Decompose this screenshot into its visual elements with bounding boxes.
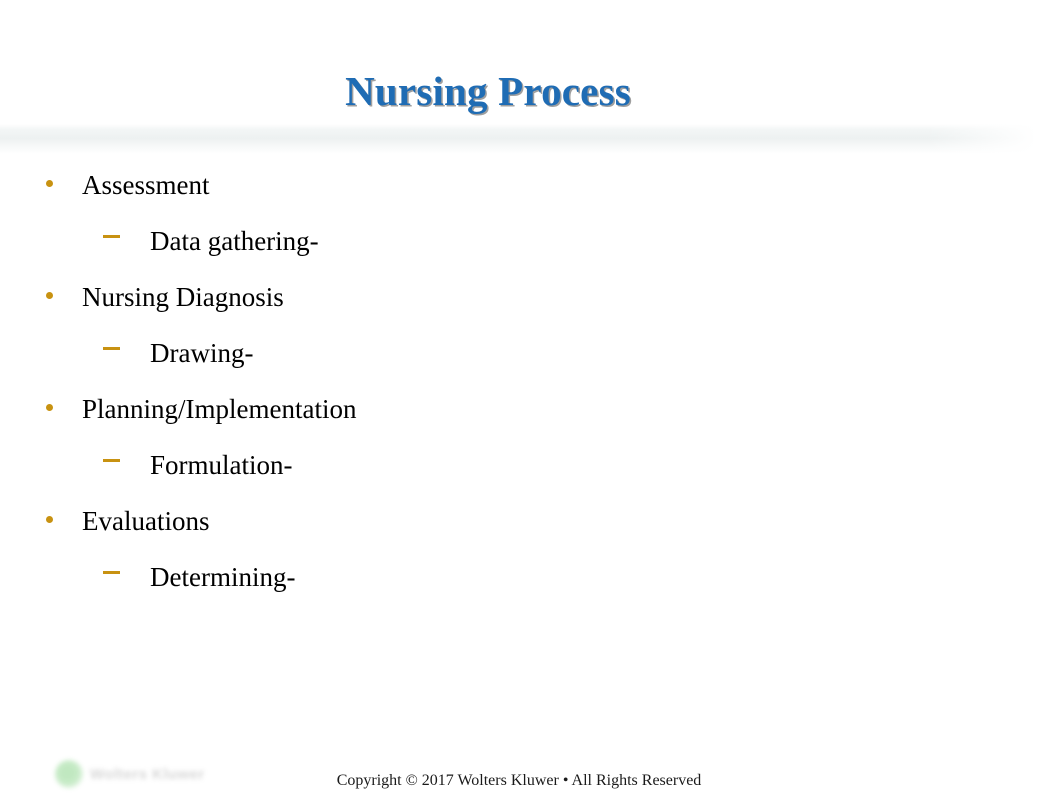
- list-item: Evaluations: [0, 504, 1000, 558]
- list-item-label: Formulation-: [150, 450, 293, 480]
- slide-body-content: Assessment Data gathering- Nursing Diagn…: [0, 168, 1000, 615]
- dot-bullet-icon: [46, 280, 82, 299]
- slide-title-zone: Nursing Process: [0, 62, 976, 120]
- dot-bullet-icon: [46, 168, 82, 187]
- dot-bullet-icon: [46, 504, 82, 523]
- list-item: Data gathering-: [0, 224, 1000, 279]
- presentation-slide: Nursing Process Assessment Data gatherin…: [0, 0, 1062, 797]
- list-item-label: Data gathering-: [150, 226, 319, 256]
- list-item: Assessment: [0, 168, 1000, 222]
- list-item-label: Nursing Diagnosis: [82, 282, 284, 312]
- dash-bullet-icon: [103, 224, 150, 238]
- list-item: Drawing-: [0, 336, 1000, 391]
- dot-bullet-icon: [46, 392, 82, 411]
- list-item-label: Planning/Implementation: [82, 394, 357, 424]
- list-item: Planning/Implementation: [0, 392, 1000, 446]
- list-item: Determining-: [0, 560, 1000, 615]
- list-item-label: Evaluations: [82, 506, 210, 536]
- dash-bullet-icon: [103, 336, 150, 350]
- list-item: Formulation-: [0, 448, 1000, 503]
- dash-bullet-icon: [103, 560, 150, 574]
- list-item: Nursing Diagnosis: [0, 280, 1000, 334]
- list-item-label: Drawing-: [150, 338, 254, 368]
- list-item-label: Assessment: [82, 170, 210, 200]
- copyright-notice: Copyright © 2017 Wolters Kluwer • All Ri…: [336, 771, 702, 789]
- dash-bullet-icon: [103, 448, 150, 462]
- page-title: Nursing Process: [345, 67, 631, 114]
- list-item-label: Determining-: [150, 562, 296, 592]
- title-divider-band: [0, 124, 1046, 154]
